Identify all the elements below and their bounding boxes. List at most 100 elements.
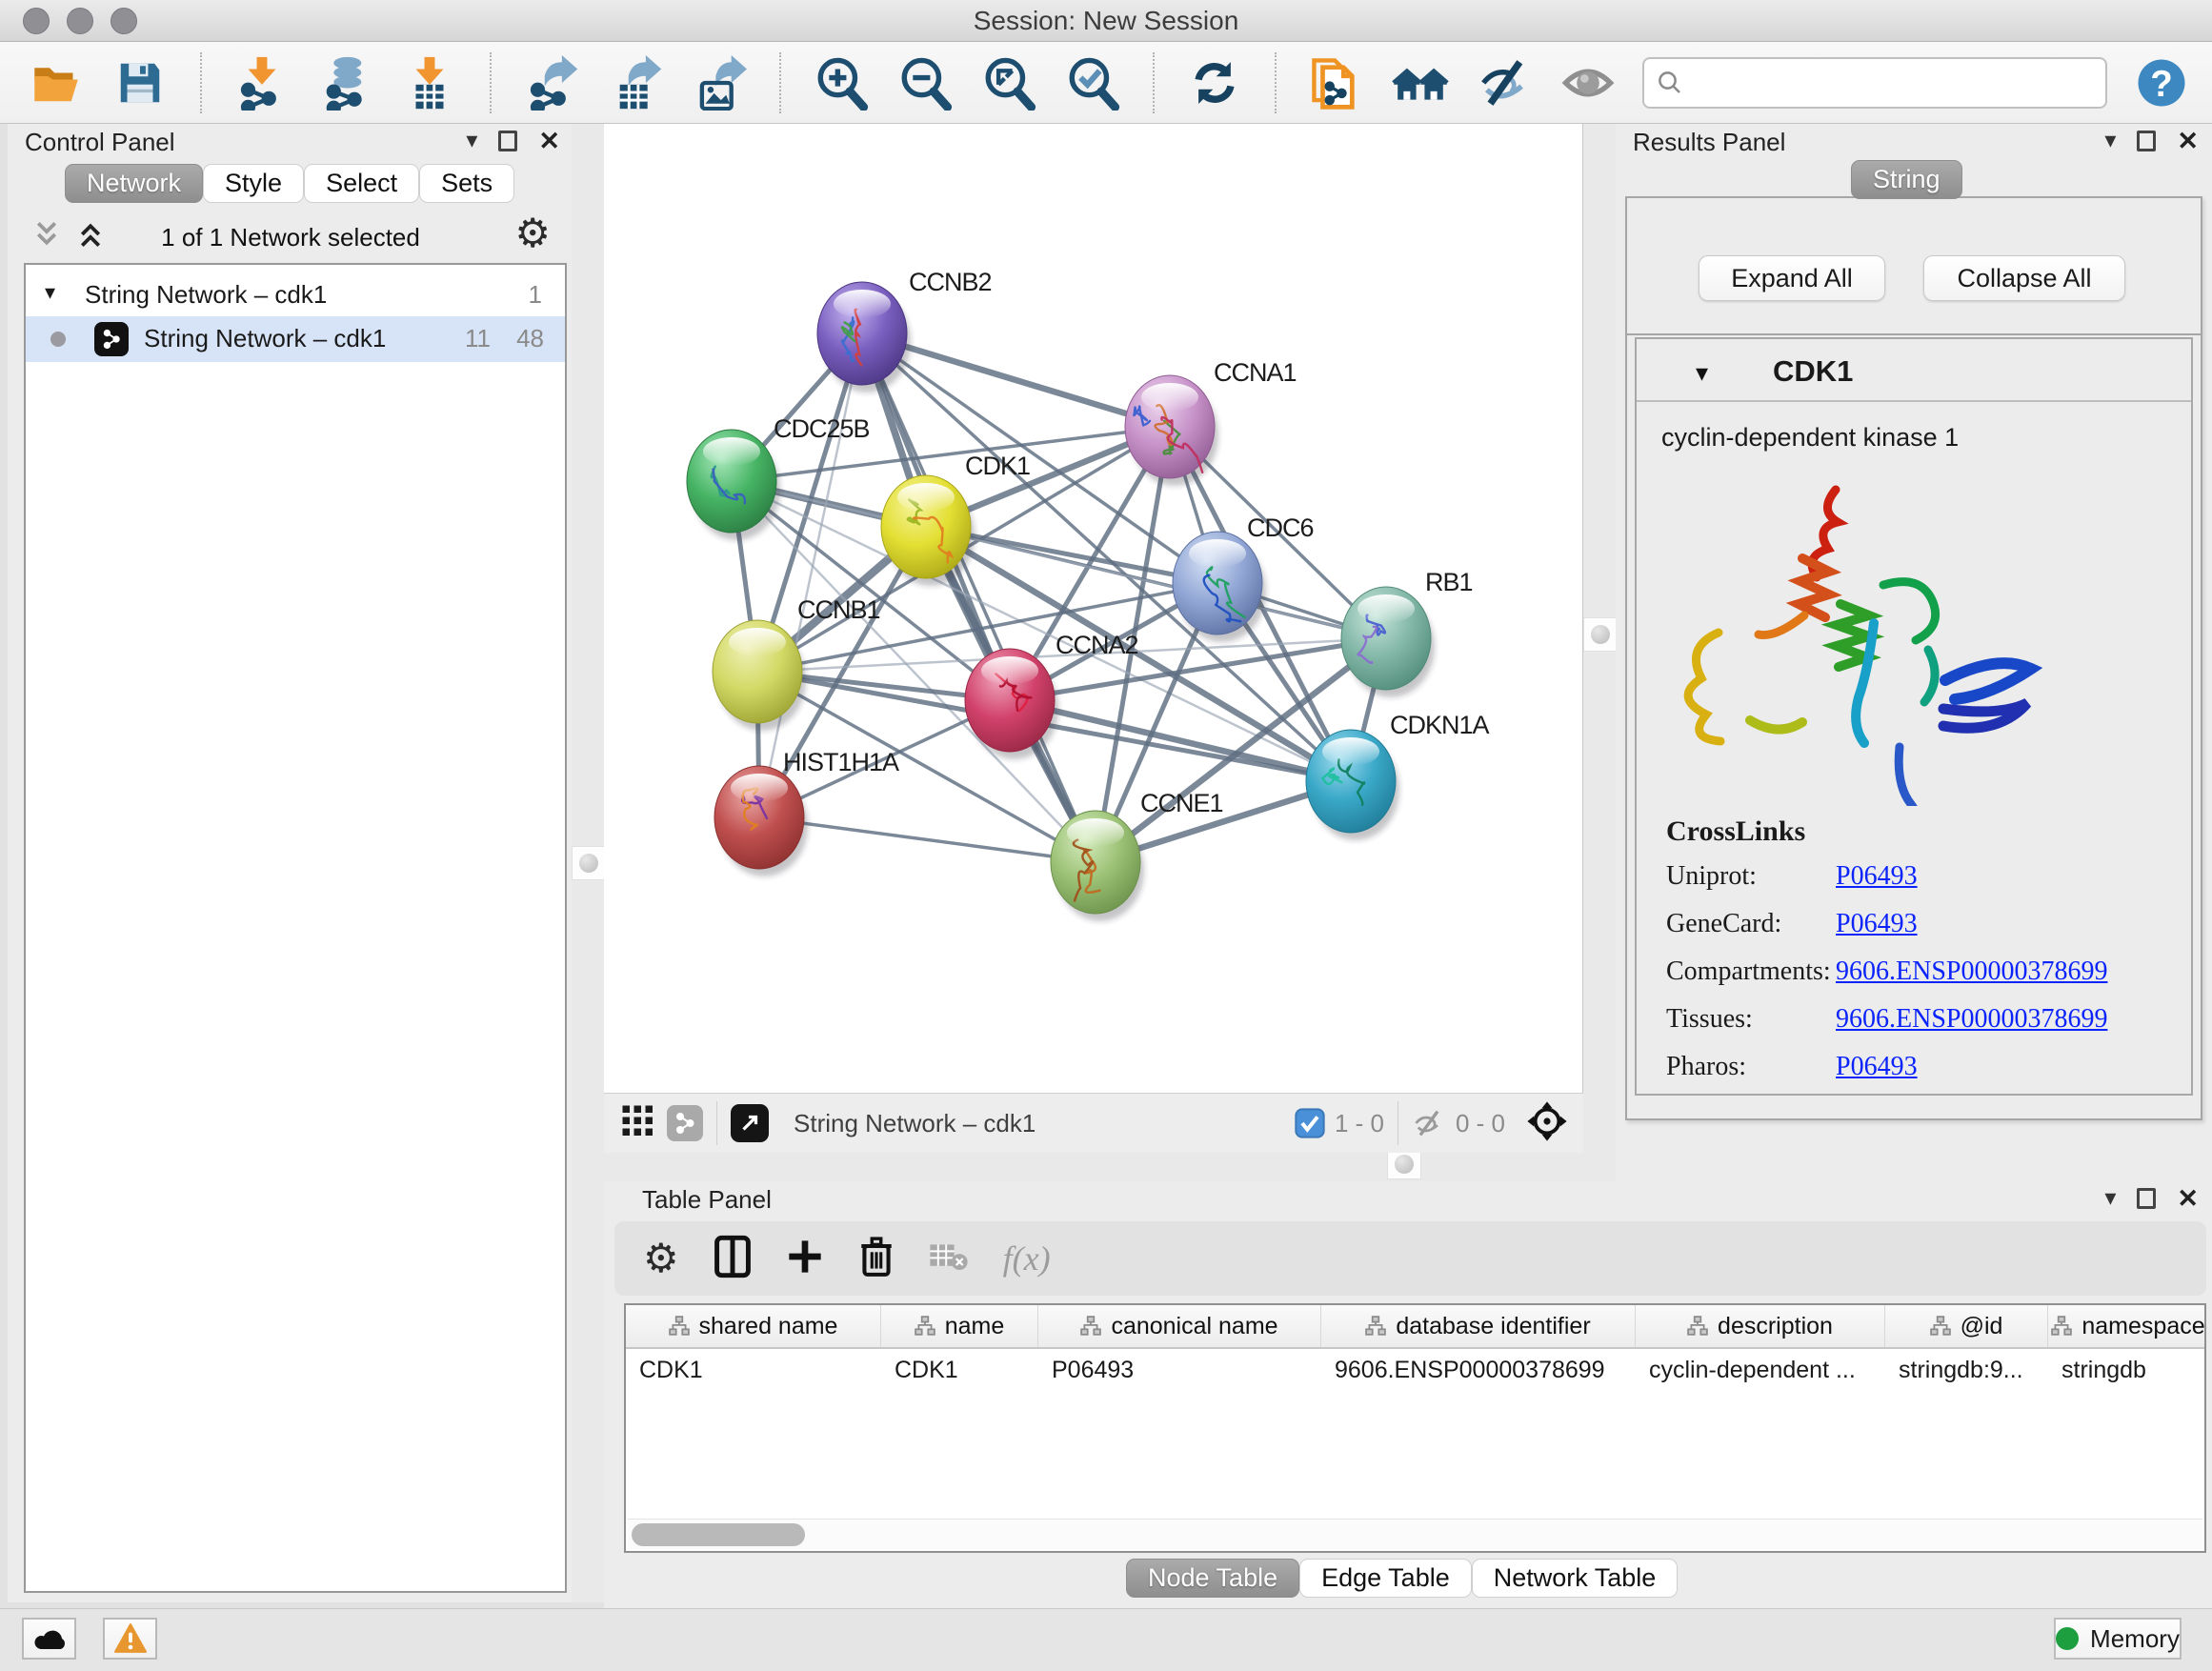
open-in-window-badge[interactable] (731, 1104, 769, 1142)
expand-all-button[interactable]: Expand All (1699, 255, 1885, 301)
network-node-cdkn1a[interactable]: CDKN1A (1306, 711, 1490, 840)
export-table-button[interactable] (606, 53, 665, 112)
panel-menu-icon[interactable]: ▾ (466, 128, 477, 154)
network-collection-row[interactable]: ▾ String Network – cdk1 1 (26, 272, 565, 314)
tab-network-table[interactable]: Network Table (1472, 1559, 1679, 1598)
gene-expander-icon[interactable]: ▾ (1696, 358, 1708, 388)
left-splitter-handle[interactable] (572, 846, 606, 880)
function-builder-fx: f(x) (1003, 1238, 1051, 1278)
import-table-file-button[interactable] (400, 53, 459, 112)
column-header-id[interactable]: @id (1885, 1305, 2048, 1347)
tab-network[interactable]: Network (65, 164, 203, 203)
delete-column-icon[interactable] (858, 1236, 895, 1282)
close-panel-icon[interactable]: ✕ (538, 128, 560, 154)
crosslink-compartments-link[interactable]: 9606.ENSP00000378699 (1836, 956, 2107, 987)
toolbar-separator (779, 52, 781, 113)
search-input[interactable] (1694, 68, 2094, 97)
bottom-splitter-handle[interactable] (1387, 1149, 1421, 1179)
network-node-ccnb1[interactable]: CCNB1 (713, 595, 880, 731)
column-header-name[interactable]: name (881, 1305, 1038, 1347)
hide-glass-pane-button[interactable] (1475, 53, 1534, 112)
table-horizontal-scrollbar[interactable] (628, 1519, 2202, 1549)
scrollbar-thumb[interactable] (632, 1523, 805, 1546)
selected-checkbox-icon[interactable] (1295, 1108, 1325, 1138)
pan-crosshair-icon[interactable] (1526, 1100, 1568, 1147)
tab-select[interactable]: Select (304, 164, 419, 203)
export-image-button[interactable] (690, 53, 749, 112)
crosslink-uniprot-link[interactable]: P06493 (1836, 861, 1918, 892)
import-network-database-button[interactable] (316, 53, 375, 112)
gene-section-header[interactable]: ▾ CDK1 (1637, 339, 2191, 402)
zoom-in-button[interactable] (812, 53, 871, 112)
export-network-button[interactable] (522, 53, 581, 112)
tab-sets[interactable]: Sets (419, 164, 514, 203)
crosslink-tissues-link[interactable]: 9606.ENSP00000378699 (1836, 1004, 2107, 1035)
import-network-file-button[interactable] (232, 53, 292, 112)
tab-string-results[interactable]: String (1851, 160, 1962, 199)
share-icon (101, 329, 122, 350)
network-row-selected[interactable]: String Network – cdk1 11 48 (26, 316, 565, 362)
close-panel-icon[interactable]: ✕ (2177, 1185, 2199, 1212)
collapse-all-button[interactable]: Collapse All (1923, 255, 2125, 301)
apply-layout-button[interactable] (1185, 53, 1244, 112)
float-panel-icon[interactable] (2137, 131, 2156, 151)
network-edge-ccna2-cdkn1a[interactable] (1010, 700, 1351, 781)
network-node-cdc25b[interactable]: CDC25B (687, 414, 870, 540)
network-node-hist1h1a[interactable]: HIST1H1A (714, 748, 899, 876)
left-splitter[interactable] (572, 124, 604, 1602)
cloud-status-button[interactable] (22, 1618, 76, 1660)
save-icon (114, 57, 166, 109)
tab-style[interactable]: Style (203, 164, 304, 203)
tab-node-table[interactable]: Node Table (1126, 1559, 1299, 1598)
eye-slash-icon (1477, 55, 1532, 111)
collection-expander-icon[interactable]: ▾ (45, 280, 55, 305)
help-button[interactable]: ? (2132, 53, 2191, 112)
network-edge-hist1h1a-ccne1[interactable] (759, 817, 1096, 862)
string-import-button[interactable] (1307, 53, 1366, 112)
network-canvas[interactable]: CCNB2CCNA1CDC25BCDK1CDC6RB1CCNB1CCNA2CDK… (604, 124, 1583, 1093)
column-header-description[interactable]: description (1636, 1305, 1885, 1347)
close-panel-icon[interactable]: ✕ (2177, 128, 2199, 154)
network-node-rb1[interactable]: RB1 (1341, 568, 1473, 697)
float-panel-icon[interactable] (2137, 1188, 2156, 1209)
node-label-ccnb2: CCNB2 (909, 268, 992, 296)
search-field[interactable] (1642, 57, 2107, 109)
network-node-cdk1[interactable]: CDK1 (881, 452, 1030, 586)
network-node-cdc6[interactable]: CDC6 (1173, 513, 1314, 642)
eye-icon (1560, 55, 1616, 111)
column-header-shared-name[interactable]: shared name (626, 1305, 881, 1347)
column-header-canonical-name[interactable]: canonical name (1038, 1305, 1321, 1347)
crosslink-pharos-link[interactable]: P06493 (1836, 1052, 1918, 1082)
column-header-database-identifier[interactable]: database identifier (1321, 1305, 1636, 1347)
column-header-namespace[interactable]: namespace (2048, 1305, 2208, 1347)
cell-description: cyclin-dependent ... (1636, 1349, 1885, 1391)
panel-menu-icon[interactable]: ▾ (2104, 128, 2116, 154)
panel-menu-icon[interactable]: ▾ (2104, 1185, 2116, 1212)
network-edge-ccnb2-hist1h1a[interactable] (759, 333, 862, 817)
home-button[interactable] (1391, 53, 1450, 112)
save-session-button[interactable] (111, 53, 170, 112)
right-splitter-handle[interactable] (1583, 617, 1618, 652)
open-session-button[interactable] (27, 53, 86, 112)
network-node-ccne1[interactable]: CCNE1 (1051, 789, 1223, 921)
table-options-gear-icon[interactable]: ⚙ (643, 1238, 679, 1278)
string-view-badge[interactable] (667, 1105, 703, 1141)
zoom-fit-button[interactable] (979, 53, 1038, 112)
zoom-out-button[interactable] (895, 53, 955, 112)
table-row[interactable]: CDK1 CDK1 P06493 9606.ENSP00000378699 cy… (626, 1349, 2204, 1391)
zoom-selected-button[interactable] (1063, 53, 1122, 112)
network-edge-ccnb2-ccne1[interactable] (862, 333, 1096, 862)
crosslink-genecard-link[interactable]: P06493 (1836, 909, 1918, 939)
float-panel-icon[interactable] (498, 131, 517, 151)
warnings-button[interactable] (103, 1618, 157, 1660)
memory-button[interactable]: Memory (2054, 1618, 2182, 1660)
network-options-gear-icon[interactable]: ⚙ (514, 213, 551, 253)
birds-eye-view-icon[interactable] (621, 1104, 655, 1143)
show-glass-pane-button[interactable] (1558, 53, 1618, 112)
show-columns-icon[interactable] (714, 1235, 752, 1283)
crosslinks-section: CrossLinks Uniprot: P06493 GeneCard: P06… (1666, 815, 2107, 1099)
network-node-count: 11 (465, 324, 491, 353)
tab-edge-table[interactable]: Edge Table (1299, 1559, 1472, 1598)
network-graph[interactable]: CCNB2CCNA1CDC25BCDK1CDC6RB1CCNB1CCNA2CDK… (604, 124, 1583, 1093)
create-column-icon[interactable] (786, 1238, 824, 1280)
